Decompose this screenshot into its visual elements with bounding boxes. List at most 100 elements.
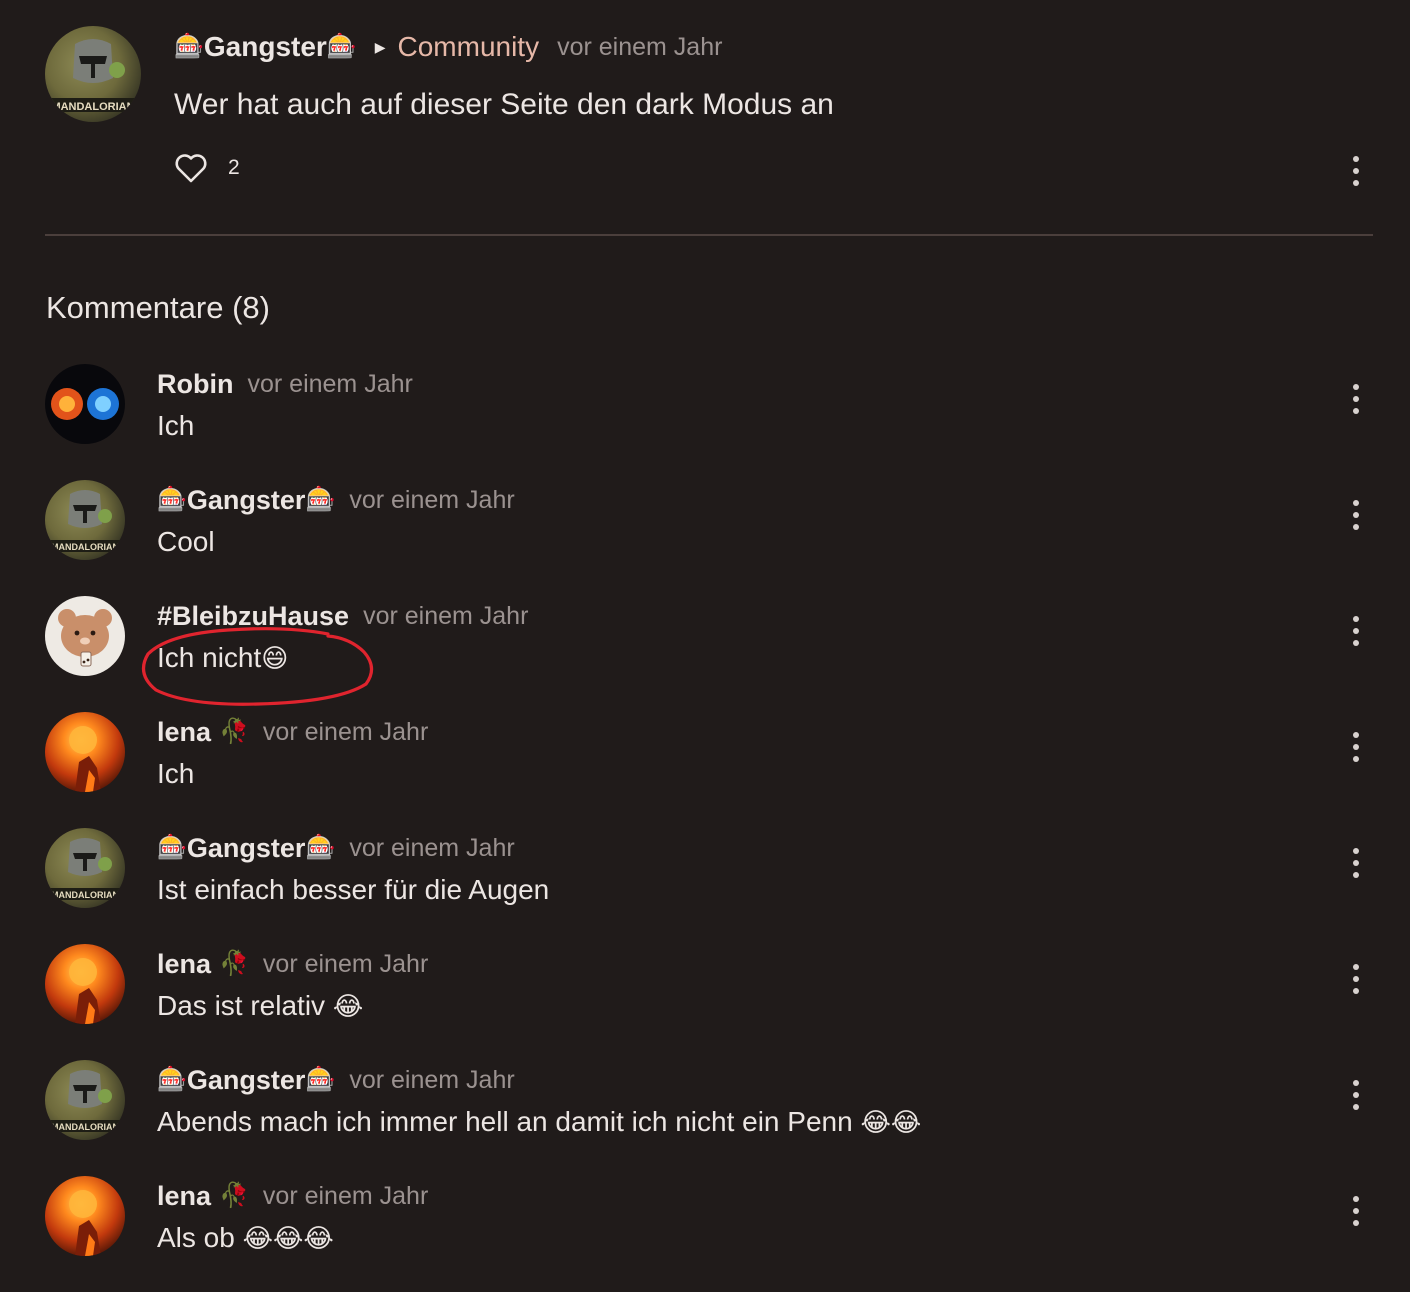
comment-more-menu-icon[interactable] bbox=[1346, 616, 1366, 646]
comment-header: lena 🥀 vor einem Jahr bbox=[157, 946, 428, 982]
post: MANDALORIAN 🎰 Gangster 🎰 ▶ Community vor… bbox=[0, 0, 1410, 236]
fire-avatar-image bbox=[69, 1190, 101, 1256]
comment-author-name[interactable]: Gangster bbox=[187, 833, 306, 864]
comment-text-content: Abends mach ich immer hell an damit ich … bbox=[157, 1106, 853, 1137]
comment-item: MANDALORIAN 🎰 Gangster 🎰 vor einem Jahr … bbox=[0, 480, 1410, 596]
comment-timestamp: vor einem Jahr bbox=[349, 1065, 515, 1094]
slot-machine-icon: 🎰 bbox=[305, 834, 336, 861]
comment-author-name[interactable]: #BleibzuHause bbox=[157, 601, 349, 632]
comment-more-menu-icon[interactable] bbox=[1346, 1196, 1366, 1226]
comment-author-name[interactable]: Gangster bbox=[187, 1065, 306, 1096]
comment-item: Robin vor einem Jahr Ich bbox=[0, 364, 1410, 480]
user-avatar[interactable]: MANDALORIAN bbox=[45, 480, 125, 560]
comment-item: lena 🥀 vor einem Jahr Das ist relativ 😂 bbox=[0, 944, 1410, 1060]
comment-text: Cool bbox=[157, 526, 215, 557]
comment-timestamp: vor einem Jahr bbox=[349, 485, 515, 514]
comment-header: #BleibzuHause vor einem Jahr bbox=[157, 598, 528, 634]
svg-text:MANDALORIAN: MANDALORIAN bbox=[51, 1122, 119, 1132]
comment-header: 🎰 Gangster 🎰 vor einem Jahr bbox=[157, 482, 515, 518]
post-author-name[interactable]: Gangster bbox=[204, 31, 327, 63]
fire-avatar-image bbox=[69, 958, 101, 1024]
comment-timestamp: vor einem Jahr bbox=[363, 601, 529, 630]
fire-ice-avatar-image bbox=[51, 388, 119, 420]
comment-header: lena 🥀 vor einem Jahr bbox=[157, 714, 428, 750]
caret-right-icon: ▶ bbox=[374, 38, 386, 55]
comment-more-menu-icon[interactable] bbox=[1346, 848, 1366, 878]
comment-text: Als ob 😂😂😂 bbox=[157, 1222, 334, 1254]
comment-item: #BleibzuHause vor einem Jahr Ich nicht😄 bbox=[0, 596, 1410, 712]
user-avatar[interactable]: MANDALORIAN bbox=[45, 1060, 125, 1140]
mandalorian-avatar-image: MANDALORIAN bbox=[45, 838, 125, 900]
grinning-emoji: 😄 bbox=[261, 643, 289, 673]
post-more-menu-icon[interactable] bbox=[1346, 156, 1366, 186]
laughing-emoji: 😂 bbox=[332, 991, 364, 1021]
wilted-rose-icon: 🥀 bbox=[219, 1182, 249, 1209]
bear-avatar-image bbox=[58, 609, 112, 667]
mandalorian-avatar-image: MANDALORIAN bbox=[45, 39, 141, 113]
comment-timestamp: vor einem Jahr bbox=[247, 369, 413, 398]
wilted-rose-icon: 🥀 bbox=[219, 718, 249, 745]
post-header: 🎰 Gangster 🎰 ▶ Community vor einem Jahr bbox=[174, 28, 722, 66]
comment-item: MANDALORIAN 🎰 Gangster 🎰 vor einem Jahr … bbox=[0, 828, 1410, 944]
heart-icon[interactable] bbox=[174, 152, 208, 184]
comment-text: Ich bbox=[157, 758, 195, 789]
comment-more-menu-icon[interactable] bbox=[1346, 1080, 1366, 1110]
comment-more-menu-icon[interactable] bbox=[1346, 964, 1366, 994]
slot-machine-icon: 🎰 bbox=[157, 486, 187, 513]
slot-machine-icon: 🎰 bbox=[326, 33, 357, 60]
user-avatar[interactable] bbox=[45, 1176, 125, 1256]
wilted-rose-icon: 🥀 bbox=[219, 950, 249, 977]
comment-timestamp: vor einem Jahr bbox=[349, 833, 515, 862]
comment-text: Ich nicht😄 bbox=[157, 642, 288, 674]
community-link[interactable]: Community bbox=[398, 31, 540, 63]
comment-text: Ist einfach besser für die Augen bbox=[157, 874, 550, 905]
slot-machine-icon: 🎰 bbox=[157, 1066, 187, 1093]
user-avatar[interactable] bbox=[45, 596, 125, 676]
like-count: 2 bbox=[228, 156, 240, 179]
comments-heading: Kommentare (8) bbox=[46, 290, 270, 325]
comment-author-name[interactable]: lena bbox=[157, 717, 211, 748]
user-avatar[interactable] bbox=[45, 712, 125, 792]
comment-author-name[interactable]: Gangster bbox=[187, 485, 306, 516]
laughing-emoji: 😂😂 bbox=[860, 1107, 922, 1137]
comment-item: MANDALORIAN 🎰 Gangster 🎰 vor einem Jahr … bbox=[0, 1060, 1410, 1176]
slot-machine-icon: 🎰 bbox=[157, 834, 187, 861]
slot-machine-icon: 🎰 bbox=[305, 1066, 336, 1093]
comment-more-menu-icon[interactable] bbox=[1346, 384, 1366, 414]
comment-text-content: Das ist relativ bbox=[157, 990, 326, 1021]
mandalorian-avatar-image: MANDALORIAN bbox=[45, 490, 125, 552]
comment-text: Das ist relativ 😂 bbox=[157, 990, 363, 1022]
comment-header: lena 🥀 vor einem Jahr bbox=[157, 1178, 428, 1214]
comment-header: Robin vor einem Jahr bbox=[157, 366, 413, 402]
user-avatar[interactable] bbox=[45, 944, 125, 1024]
comment-text: Ich bbox=[157, 410, 195, 441]
slot-machine-icon: 🎰 bbox=[174, 33, 204, 60]
mandalorian-avatar-image: MANDALORIAN bbox=[45, 1070, 125, 1132]
svg-text:MANDALORIAN: MANDALORIAN bbox=[51, 890, 119, 900]
comment-header: 🎰 Gangster 🎰 vor einem Jahr bbox=[157, 830, 515, 866]
comment-more-menu-icon[interactable] bbox=[1346, 732, 1366, 762]
comment-text-content: Ich nicht bbox=[157, 642, 262, 673]
comment-text-content: Als ob bbox=[157, 1222, 235, 1253]
divider bbox=[45, 234, 1373, 236]
svg-text:MANDALORIAN: MANDALORIAN bbox=[51, 542, 119, 552]
comment-more-menu-icon[interactable] bbox=[1346, 500, 1366, 530]
user-avatar[interactable]: MANDALORIAN bbox=[45, 828, 125, 908]
slot-machine-icon: 🎰 bbox=[305, 486, 336, 513]
comment-timestamp: vor einem Jahr bbox=[262, 949, 429, 978]
author-avatar[interactable]: MANDALORIAN bbox=[45, 26, 141, 122]
svg-text:MANDALORIAN: MANDALORIAN bbox=[51, 101, 134, 113]
fire-avatar-image bbox=[69, 726, 101, 792]
comment-header: 🎰 Gangster 🎰 vor einem Jahr bbox=[157, 1062, 515, 1098]
comment-author-name[interactable]: lena bbox=[157, 949, 211, 980]
comment-timestamp: vor einem Jahr bbox=[262, 717, 429, 746]
comment-author-name[interactable]: Robin bbox=[157, 369, 233, 400]
user-avatar[interactable] bbox=[45, 364, 125, 444]
comment-item: lena 🥀 vor einem Jahr Als ob 😂😂😂 bbox=[0, 1176, 1410, 1292]
like-row: 2 bbox=[174, 152, 240, 184]
laughing-emoji: 😂😂😂 bbox=[242, 1223, 334, 1253]
comment-author-name[interactable]: lena bbox=[157, 1181, 211, 1212]
post-timestamp: vor einem Jahr bbox=[557, 32, 723, 61]
comment-item: lena 🥀 vor einem Jahr Ich bbox=[0, 712, 1410, 828]
comment-text: Abends mach ich immer hell an damit ich … bbox=[157, 1106, 921, 1138]
